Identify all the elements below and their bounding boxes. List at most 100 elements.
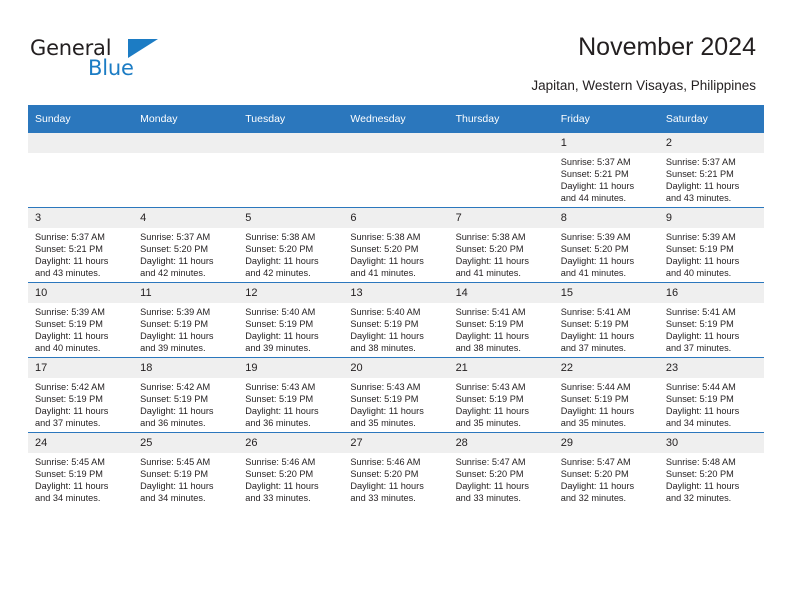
- calendar-body: 1 Sunrise: 5:37 AM Sunset: 5:21 PM Daylight…: [28, 132, 764, 507]
- day-number: 20: [343, 358, 449, 378]
- calendar-day-cell[interactable]: 8 Sunrise: 5:39 AM Sunset: 5:20 PM Daylight…: [553, 207, 659, 283]
- calendar-day-cell[interactable]: 4 Sunrise: 5:37 AM Sunset: 5:20 PM Daylight…: [133, 207, 239, 283]
- day-sunset-text: Sunset: 5:19 PM: [245, 319, 314, 330]
- calendar-day-cell[interactable]: 5 Sunrise: 5:38 AM Sunset: 5:20 PM Daylight…: [238, 207, 344, 283]
- day-sun-info: Sunrise: 5:42 AM Sunset: 5:19 PM Daylight:…: [28, 378, 133, 429]
- day-sunset-text: Sunset: 5:19 PM: [245, 394, 314, 405]
- calendar-day-cell[interactable]: 2 Sunrise: 5:37 AM Sunset: 5:21 PM Daylight…: [658, 132, 764, 208]
- day-daylight-1-text: Daylight: 11 hours: [140, 481, 214, 492]
- calendar-day-cell[interactable]: 18 Sunrise: 5:42 AM Sunset: 5:19 PM Dayligh…: [133, 357, 239, 433]
- day-sun-info: Sunrise: 5:37 AM Sunset: 5:21 PM Daylight:…: [659, 153, 764, 204]
- calendar-day-cell[interactable]: 26 Sunrise: 5:46 AM Sunset: 5:20 PM Dayligh…: [238, 432, 344, 507]
- day-number: 4: [133, 208, 239, 228]
- day-daylight-1-text: Daylight: 11 hours: [35, 481, 109, 492]
- day-sunset-text: Sunset: 5:20 PM: [560, 469, 629, 480]
- calendar-day-cell[interactable]: 28 Sunrise: 5:47 AM Sunset: 5:20 PM Dayligh…: [448, 432, 554, 507]
- calendar-day-cell[interactable]: 27 Sunrise: 5:46 AM Sunset: 5:20 PM Dayligh…: [343, 432, 449, 507]
- calendar-day-cell[interactable]: 25 Sunrise: 5:45 AM Sunset: 5:19 PM Dayligh…: [133, 432, 239, 507]
- day-daylight-1-text: Daylight: 11 hours: [560, 181, 635, 192]
- day-daylight-1-text: Daylight: 11 hours: [665, 331, 740, 342]
- day-sun-info: Sunrise: 5:40 AM Sunset: 5:19 PM Daylight:…: [343, 303, 448, 354]
- calendar-day-cell[interactable]: 24 Sunrise: 5:45 AM Sunset: 5:19 PM Dayligh…: [28, 432, 134, 507]
- day-daylight-2-text: and 32 minutes.: [665, 493, 732, 504]
- day-sun-info: Sunrise: 5:43 AM Sunset: 5:19 PM Daylight:…: [343, 378, 448, 429]
- day-number: 2: [658, 133, 764, 153]
- day-daylight-1-text: Daylight: 11 hours: [245, 256, 319, 267]
- day-number: [448, 133, 554, 153]
- day-daylight-2-text: and 40 minutes.: [35, 343, 101, 354]
- day-number: 26: [238, 433, 344, 453]
- calendar-day-cell[interactable]: 30 Sunrise: 5:48 AM Sunset: 5:20 PM Dayligh…: [658, 432, 764, 507]
- calendar-day-cell[interactable]: 1 Sunrise: 5:37 AM Sunset: 5:21 PM Daylight…: [553, 132, 659, 208]
- day-sunrise-text: Sunrise: 5:41 AM: [560, 307, 631, 317]
- day-sunset-text: Sunset: 5:19 PM: [140, 319, 209, 330]
- calendar-day-cell[interactable]: 20 Sunrise: 5:43 AM Sunset: 5:19 PM Dayligh…: [343, 357, 449, 433]
- day-number: 25: [133, 433, 239, 453]
- day-daylight-1-text: Daylight: 11 hours: [455, 481, 529, 492]
- day-daylight-2-text: and 38 minutes.: [455, 343, 521, 354]
- day-sunset-text: Sunset: 5:19 PM: [560, 319, 629, 330]
- day-sun-info: Sunrise: 5:37 AM Sunset: 5:21 PM Daylight:…: [28, 228, 133, 279]
- day-sunset-text: Sunset: 5:20 PM: [140, 244, 209, 255]
- calendar-day-cell[interactable]: 22 Sunrise: 5:44 AM Sunset: 5:19 PM Dayligh…: [553, 357, 659, 433]
- day-daylight-1-text: Daylight: 11 hours: [350, 331, 424, 342]
- day-sunrise-text: Sunrise: 5:46 AM: [245, 457, 316, 467]
- calendar-day-cell-empty: [133, 132, 239, 208]
- day-daylight-1-text: Daylight: 11 hours: [35, 406, 109, 417]
- calendar-day-cell[interactable]: 9 Sunrise: 5:39 AM Sunset: 5:19 PM Daylight…: [658, 207, 764, 283]
- day-daylight-1-text: Daylight: 11 hours: [665, 406, 740, 417]
- day-number: [133, 133, 239, 153]
- day-sun-info: Sunrise: 5:39 AM Sunset: 5:19 PM Daylight:…: [28, 303, 133, 354]
- day-sunset-text: Sunset: 5:19 PM: [455, 319, 524, 330]
- calendar-page: General Blue November 2024 Japitan, West…: [0, 0, 792, 612]
- day-sunset-text: Sunset: 5:19 PM: [35, 319, 103, 330]
- day-sun-info: Sunrise: 5:39 AM Sunset: 5:19 PM Daylight:…: [133, 303, 238, 354]
- day-daylight-2-text: and 41 minutes.: [350, 268, 416, 279]
- day-daylight-1-text: Daylight: 11 hours: [560, 481, 635, 492]
- day-number: 30: [658, 433, 764, 453]
- day-sunrise-text: Sunrise: 5:45 AM: [35, 457, 105, 467]
- day-sunrise-text: Sunrise: 5:44 AM: [665, 382, 736, 392]
- day-daylight-2-text: and 33 minutes.: [245, 493, 311, 504]
- calendar-day-cell[interactable]: 19 Sunrise: 5:43 AM Sunset: 5:19 PM Dayligh…: [238, 357, 344, 433]
- calendar-week-row: 3 Sunrise: 5:37 AM Sunset: 5:21 PM Daylight…: [28, 207, 764, 283]
- day-sunset-text: Sunset: 5:21 PM: [665, 169, 734, 180]
- day-sun-info: Sunrise: 5:45 AM Sunset: 5:19 PM Daylight:…: [28, 453, 133, 504]
- calendar-week-row: 1 Sunrise: 5:37 AM Sunset: 5:21 PM Daylight…: [28, 132, 764, 208]
- day-sun-info: Sunrise: 5:44 AM Sunset: 5:19 PM Daylight:…: [554, 378, 659, 429]
- calendar-day-cell[interactable]: 10 Sunrise: 5:39 AM Sunset: 5:19 PM Dayligh…: [28, 282, 134, 358]
- day-sunrise-text: Sunrise: 5:37 AM: [665, 157, 736, 167]
- calendar-day-cell[interactable]: 29 Sunrise: 5:47 AM Sunset: 5:20 PM Dayligh…: [553, 432, 659, 507]
- calendar-day-cell[interactable]: 11 Sunrise: 5:39 AM Sunset: 5:19 PM Dayligh…: [133, 282, 239, 358]
- calendar-day-cell[interactable]: 15 Sunrise: 5:41 AM Sunset: 5:19 PM Dayligh…: [553, 282, 659, 358]
- day-sunrise-text: Sunrise: 5:42 AM: [140, 382, 211, 392]
- calendar-day-cell[interactable]: 6 Sunrise: 5:38 AM Sunset: 5:20 PM Daylight…: [343, 207, 449, 283]
- day-number: 21: [448, 358, 554, 378]
- day-daylight-1-text: Daylight: 11 hours: [140, 331, 214, 342]
- day-sun-info: Sunrise: 5:43 AM Sunset: 5:19 PM Daylight:…: [238, 378, 343, 429]
- weekday-header-wednesday: Wednesday: [343, 105, 449, 133]
- day-sunset-text: Sunset: 5:19 PM: [665, 394, 734, 405]
- calendar-day-cell[interactable]: 21 Sunrise: 5:43 AM Sunset: 5:19 PM Dayligh…: [448, 357, 554, 433]
- day-daylight-1-text: Daylight: 11 hours: [350, 481, 424, 492]
- day-sun-info: Sunrise: 5:39 AM Sunset: 5:20 PM Daylight:…: [554, 228, 659, 279]
- calendar-day-cell[interactable]: 23 Sunrise: 5:44 AM Sunset: 5:19 PM Dayligh…: [658, 357, 764, 433]
- day-daylight-1-text: Daylight: 11 hours: [245, 481, 319, 492]
- day-sunset-text: Sunset: 5:19 PM: [350, 394, 419, 405]
- calendar-day-cell-empty: [28, 132, 134, 208]
- general-blue-logo: General Blue: [30, 36, 160, 84]
- day-number: 19: [238, 358, 344, 378]
- calendar-day-cell[interactable]: 13 Sunrise: 5:40 AM Sunset: 5:19 PM Dayligh…: [343, 282, 449, 358]
- calendar-day-cell[interactable]: 16 Sunrise: 5:41 AM Sunset: 5:19 PM Dayligh…: [658, 282, 764, 358]
- calendar-day-cell[interactable]: 17 Sunrise: 5:42 AM Sunset: 5:19 PM Dayligh…: [28, 357, 134, 433]
- day-daylight-2-text: and 41 minutes.: [455, 268, 521, 279]
- calendar-day-cell[interactable]: 12 Sunrise: 5:40 AM Sunset: 5:19 PM Dayligh…: [238, 282, 344, 358]
- day-daylight-1-text: Daylight: 11 hours: [560, 331, 635, 342]
- day-sun-info: Sunrise: 5:37 AM Sunset: 5:20 PM Daylight:…: [133, 228, 238, 279]
- day-sunrise-text: Sunrise: 5:41 AM: [455, 307, 526, 317]
- calendar-day-cell[interactable]: 14 Sunrise: 5:41 AM Sunset: 5:19 PM Dayligh…: [448, 282, 554, 358]
- day-sunrise-text: Sunrise: 5:41 AM: [665, 307, 736, 317]
- calendar-day-cell[interactable]: 7 Sunrise: 5:38 AM Sunset: 5:20 PM Daylight…: [448, 207, 554, 283]
- calendar-day-cell[interactable]: 3 Sunrise: 5:37 AM Sunset: 5:21 PM Daylight…: [28, 207, 134, 283]
- day-sunrise-text: Sunrise: 5:46 AM: [350, 457, 421, 467]
